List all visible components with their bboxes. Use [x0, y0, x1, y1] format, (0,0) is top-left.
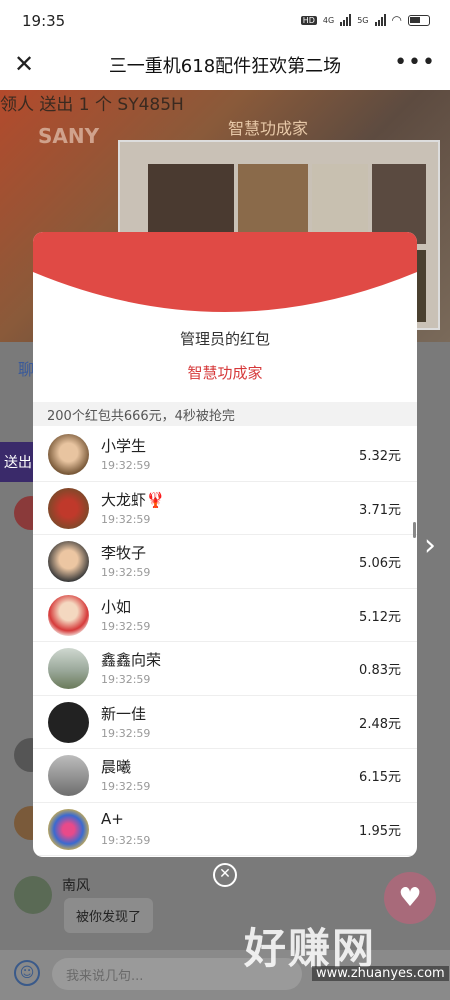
red-packet-summary: 200个红包共666元，4秒被抢完 — [33, 402, 417, 426]
recipient-amount: 5.06元 — [359, 556, 401, 571]
recipient-name: 小如 — [101, 597, 132, 616]
recipient-name: 晨曦 — [101, 758, 132, 776]
nav-bar: ✕ 三一重机618配件狂欢第二场 ••• — [0, 42, 450, 90]
avatar — [48, 755, 89, 796]
emoji-icon[interactable]: ☺ — [14, 960, 40, 986]
side-tab-label: 聊 — [18, 360, 35, 379]
close-icon[interactable]: ✕ — [10, 50, 38, 78]
recipient-row: 鑫鑫向荣 19:32:59 0.83元 — [33, 642, 417, 696]
recipient-time: 19:32:59 — [101, 726, 151, 740]
recipient-row: 大龙虾🦞 19:32:59 3.71元 — [33, 482, 417, 535]
recipient-row: A+ 19:32:59 1.95元 — [33, 803, 417, 856]
recipient-name: 鑫鑫向荣 — [101, 651, 162, 669]
avatar — [48, 434, 89, 475]
recipient-amount: 3.71元 — [359, 502, 401, 518]
hd-badge: HD — [300, 15, 317, 25]
status-time: 19:35 — [22, 12, 66, 30]
status-icons: HD 4G 5G ◠ — [300, 13, 430, 27]
recipient-row: 小如 19:32:59 5.12元 — [33, 589, 417, 642]
recipient-amount: 5.12元 — [359, 609, 401, 625]
recipient-row: 小学生 19:32:59 5.32元 — [33, 428, 417, 482]
avatar — [48, 541, 89, 582]
recipient-time: 19:32:59 — [101, 833, 151, 847]
more-options-icon[interactable]: ••• — [394, 50, 436, 75]
recipient-amount: 6.15元 — [359, 770, 401, 785]
red-packet-modal: 管理员的红包 智慧功成家 200个红包共666元，4秒被抢完 小学生 19:32… — [33, 232, 417, 857]
recipient-name: 小学生 — [101, 437, 147, 455]
recipient-time: 19:32:59 — [101, 619, 151, 633]
slide-title: 智慧功成家 — [228, 119, 309, 138]
recipient-time: 19:32:59 — [101, 512, 151, 526]
avatar — [48, 487, 89, 529]
avatar — [48, 808, 89, 850]
recipient-name: 李牧子 — [101, 544, 147, 562]
wifi-icon: ◠ — [391, 13, 402, 27]
red-packet-owner: 管理员的红包 — [179, 330, 270, 348]
page-title: 三一重机618配件狂欢第二场 — [108, 56, 342, 77]
chat-avatar — [14, 876, 52, 914]
recipient-name: A+ — [101, 809, 124, 828]
signal-4g-label: 4G — [322, 15, 335, 25]
signal-icon-2 — [374, 14, 386, 26]
signal-icon — [340, 14, 352, 26]
recipient-amount: 1.95元 — [359, 823, 401, 839]
recipient-name: 新一佳 — [101, 704, 147, 723]
signal-5g-label: 5G — [357, 15, 369, 25]
recipient-amount: 0.83元 — [359, 663, 401, 678]
gift-marquee: 领人 送出 1 个 SY485H — [0, 95, 184, 115]
chevron-right-icon[interactable]: › — [424, 528, 436, 563]
recipient-row: 新一佳 19:32:59 2.48元 — [33, 696, 417, 749]
avatar — [48, 648, 89, 689]
like-heart-icon[interactable]: ♥ — [384, 872, 436, 924]
close-modal-icon[interactable]: ✕ — [213, 863, 237, 887]
recipient-time: 19:32:59 — [101, 780, 151, 793]
recipient-amount: 2.48元 — [359, 716, 401, 732]
red-packet-header — [33, 232, 417, 316]
status-bar: 19:35 HD 4G 5G ◠ — [0, 0, 450, 42]
send-gift-chip: 送出 — [0, 442, 36, 482]
avatar — [48, 701, 89, 743]
red-packet-blessing: 智慧功成家 — [187, 364, 263, 382]
recipient-time: 19:32:59 — [101, 673, 151, 686]
chat-message: 被你发现了 — [64, 898, 154, 933]
list-scrollbar[interactable] — [413, 522, 416, 538]
recipient-time: 19:32:59 — [101, 459, 151, 472]
recipient-amount: 5.32元 — [359, 449, 401, 464]
watermark-url: www.zhuanyes.com — [312, 966, 449, 981]
avatar — [48, 594, 89, 636]
chat-username: 南风 — [62, 878, 90, 894]
sany-logo: SANY — [38, 124, 100, 148]
recipient-name: 大龙虾🦞 — [101, 490, 165, 509]
recipient-time: 19:32:59 — [101, 566, 151, 579]
recipient-list[interactable]: 小学生 19:32:59 5.32元 大龙虾🦞 19:32:59 3.71元 李… — [33, 428, 417, 856]
recipient-row: 李牧子 19:32:59 5.06元 — [33, 535, 417, 589]
battery-icon — [408, 14, 430, 26]
recipient-row: 晨曦 19:32:59 6.15元 — [33, 749, 417, 803]
